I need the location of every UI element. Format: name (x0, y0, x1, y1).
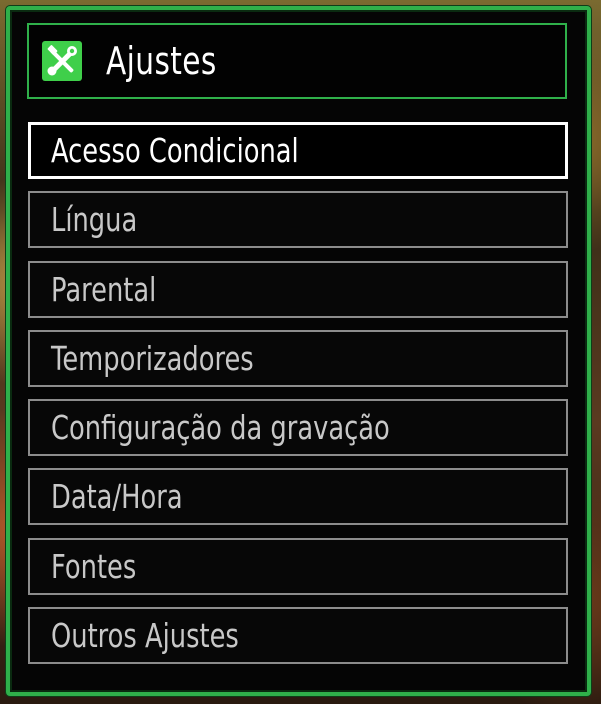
menu-item-data-hora[interactable]: Data/Hora (28, 468, 568, 526)
menu-item-outros-ajustes[interactable]: Outros Ajustes (28, 607, 568, 665)
settings-tools-icon (42, 41, 82, 81)
menu-item-lingua[interactable]: Língua (28, 191, 568, 249)
menu-item-label: Parental (51, 269, 157, 309)
menu-item-fontes[interactable]: Fontes (28, 537, 568, 595)
menu-item-temporizadores[interactable]: Temporizadores (28, 329, 568, 387)
menu-item-label: Língua (51, 200, 138, 240)
menu-item-label: Configuração da gravação (51, 408, 390, 448)
dialog-header: Ajustes (27, 23, 567, 99)
menu-item-label: Fontes (51, 546, 137, 586)
menu-item-label: Temporizadores (51, 338, 254, 378)
dialog-title: Ajustes (106, 39, 217, 83)
menu-item-label: Outros Ajustes (51, 616, 239, 656)
tv-screen: Ajustes Acesso Condicional Língua Parent… (0, 0, 601, 704)
menu-item-parental[interactable]: Parental (28, 260, 568, 318)
menu-item-label: Data/Hora (51, 477, 183, 517)
menu-item-label: Acesso Condicional (51, 131, 299, 170)
settings-menu: Acesso Condicional Língua Parental Tempo… (28, 122, 568, 676)
menu-item-configuracao-gravacao[interactable]: Configuração da gravação (28, 399, 568, 457)
menu-item-acesso-condicional[interactable]: Acesso Condicional (28, 122, 568, 179)
